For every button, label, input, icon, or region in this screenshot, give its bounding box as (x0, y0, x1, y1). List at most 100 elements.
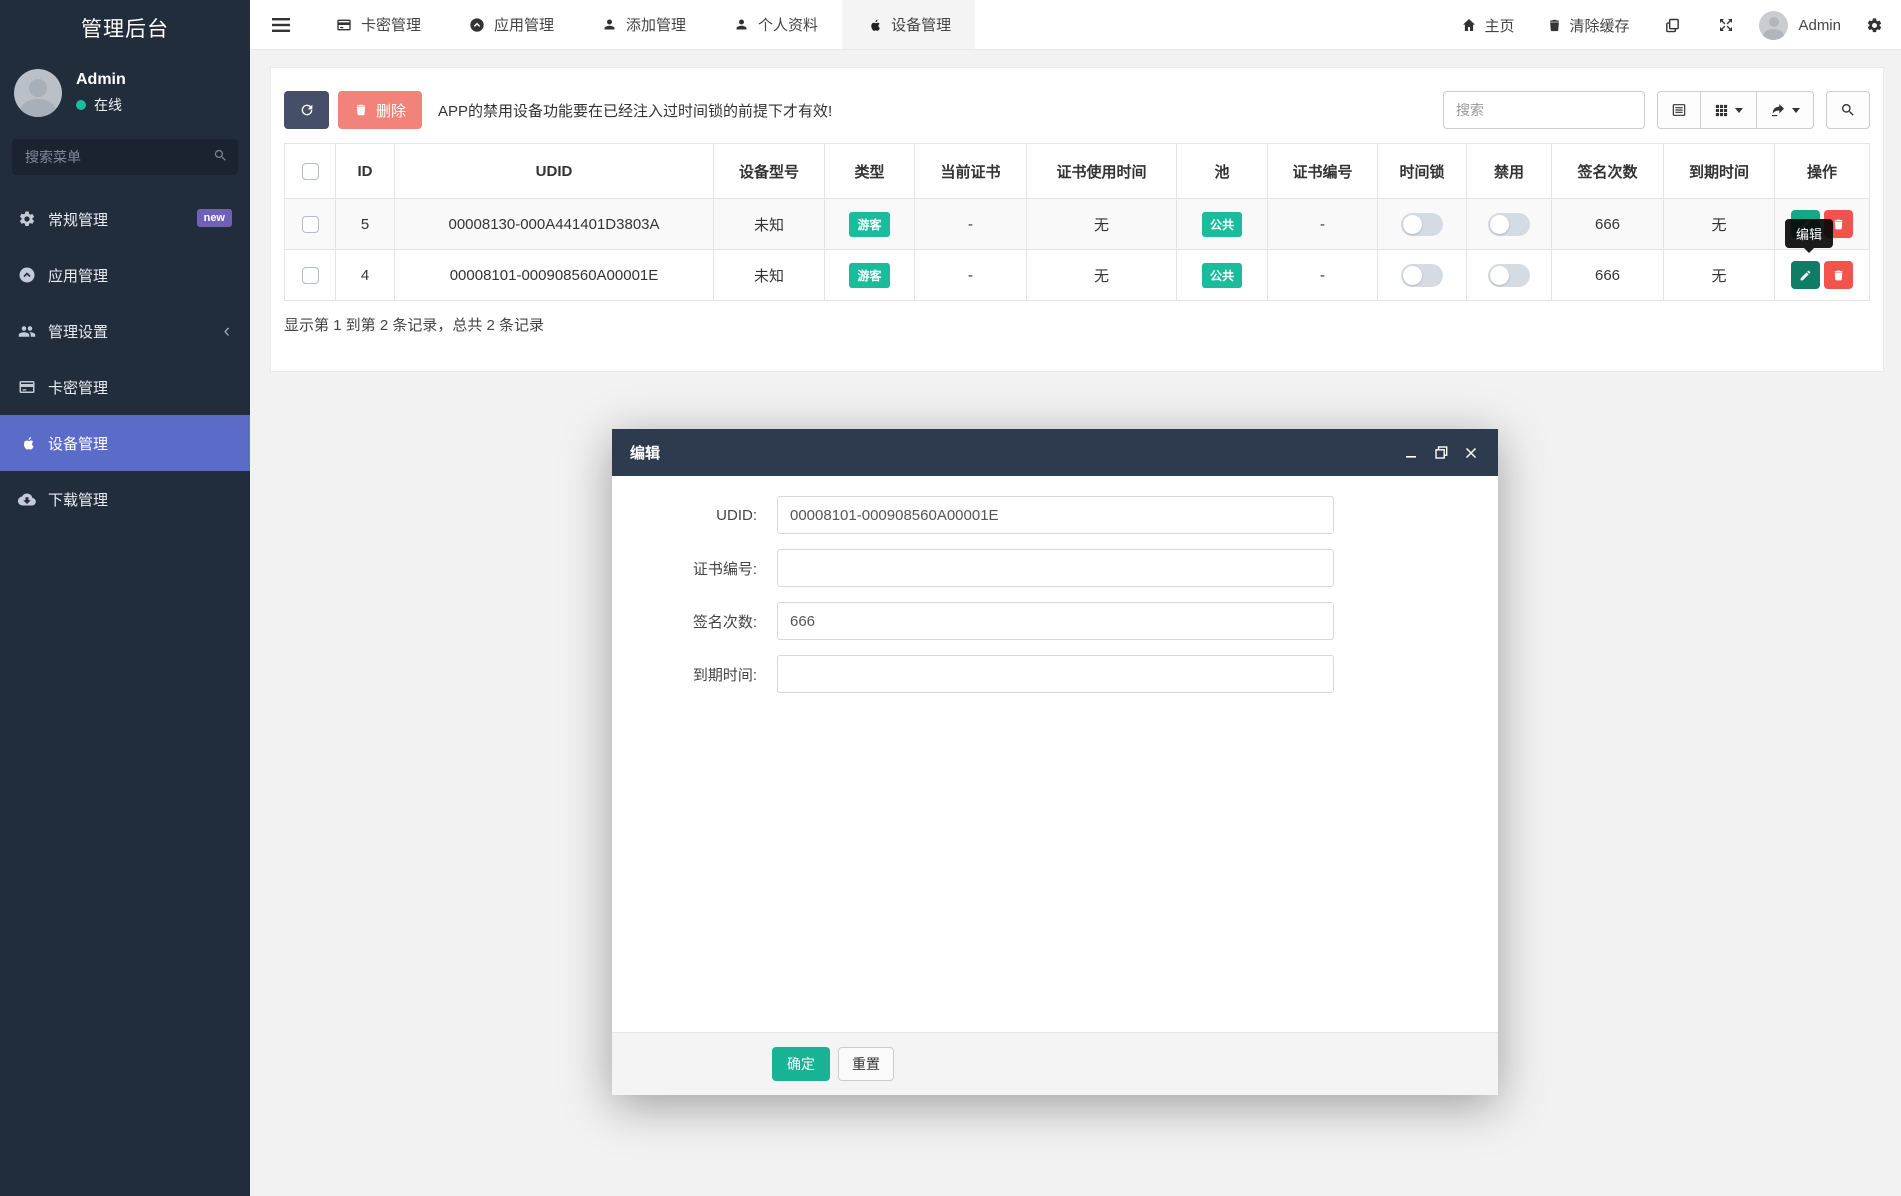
fullscreen-button[interactable] (1706, 17, 1746, 33)
arrow-circle-up-icon (19, 267, 35, 283)
search-icon (213, 148, 228, 163)
apple-icon (23, 437, 34, 450)
table-row: 4 00008101-000908560A00001E 未知 游客 - 无 公共… (284, 249, 1870, 301)
admin-app: 管理后台 Admin 在线 常规管理 new 应用管理 (0, 0, 1901, 1196)
timelock-toggle[interactable] (1401, 212, 1443, 236)
col-header: 签名次数 (1551, 143, 1664, 199)
cell-current-cert: - (914, 198, 1027, 250)
settings-button[interactable] (1854, 17, 1895, 34)
cell-udid: 00008130-000A441401D3803A (394, 198, 714, 250)
disable-toggle[interactable] (1488, 263, 1530, 287)
user-menu[interactable]: Admin (1759, 10, 1841, 40)
devices-card: 删除 APP的禁用设备功能要在已经注入过时间锁的前提下才有效! 搜索 ID UD… (270, 67, 1884, 372)
caret-down-icon (1735, 107, 1743, 113)
devices-table: ID UDID 设备型号 类型 当前证书 证书使用时间 池 证书编号 时间锁 禁… (284, 143, 1870, 301)
modal-footer: 确定 重置 (612, 1032, 1498, 1095)
caret-down-icon (1792, 107, 1800, 113)
notice-text: APP的禁用设备功能要在已经注入过时间锁的前提下才有效! (438, 102, 833, 120)
home-icon (1463, 19, 1476, 31)
refresh-icon (301, 104, 312, 116)
col-header: 池 (1176, 143, 1268, 199)
minimize-icon (1406, 455, 1416, 458)
refresh-button[interactable] (284, 91, 329, 129)
col-header: 设备型号 (713, 143, 825, 199)
search-button[interactable] (1826, 91, 1870, 129)
udid-field[interactable] (777, 496, 1334, 534)
sidebar-item-admin-settings[interactable]: 管理设置 ‹ (0, 303, 250, 359)
disable-toggle[interactable] (1488, 212, 1530, 236)
new-badge: new (196, 209, 232, 227)
columns-button[interactable] (1701, 91, 1757, 129)
navbar-user-name: Admin (1798, 16, 1841, 34)
sidebar-menu: 常规管理 new 应用管理 管理设置 ‹ 卡密管理 设备管理 下载管理 (0, 191, 250, 527)
credit-card-icon (337, 19, 351, 30)
timelock-toggle[interactable] (1401, 263, 1443, 287)
type-badge: 游客 (849, 262, 890, 288)
tab-profile[interactable]: 个人资料 (710, 0, 842, 49)
col-header: ID (335, 143, 395, 199)
user-name: Admin (76, 71, 126, 88)
avatar (14, 69, 62, 117)
sidebar-item-general[interactable]: 常规管理 new (0, 191, 250, 247)
edit-button[interactable] (1791, 261, 1820, 289)
modal-title: 编辑 (630, 445, 661, 462)
sidebar-item-label: 下载管理 (48, 491, 109, 509)
tab-devices[interactable]: 设备管理 (842, 0, 976, 49)
pool-badge: 公共 (1201, 262, 1242, 288)
restore-icon (1434, 446, 1447, 459)
tab-label: 卡密管理 (361, 17, 422, 34)
delete-row-button[interactable] (1824, 261, 1853, 289)
pagination-toggle-button[interactable] (1657, 91, 1701, 129)
pool-badge: 公共 (1201, 211, 1242, 237)
table-search-input[interactable] (1443, 91, 1645, 129)
maximize-button[interactable] (1432, 444, 1450, 462)
export-button[interactable] (1757, 91, 1814, 129)
sidebar-search-input[interactable] (12, 139, 238, 175)
app-title: 管理后台 (81, 17, 169, 41)
sidebar-toggle-button[interactable] (250, 0, 312, 49)
tab-label: 添加管理 (626, 17, 687, 34)
cloud-download-icon (18, 492, 36, 506)
cell-model: 未知 (713, 198, 825, 250)
expire-time-field[interactable] (777, 655, 1334, 693)
edit-modal: 编辑 UDID: 证书编号: 签名次数: 到期时间: (612, 429, 1498, 1095)
modal-titlebar[interactable]: 编辑 (612, 429, 1498, 476)
sign-count-field[interactable] (777, 602, 1334, 640)
close-icon (1465, 447, 1477, 458)
select-all-checkbox[interactable] (301, 162, 319, 180)
sidebar-item-downloads[interactable]: 下载管理 (0, 471, 250, 527)
search-icon (1841, 103, 1854, 116)
cell-udid: 00008101-000908560A00001E (394, 249, 714, 301)
row-checkbox[interactable] (301, 215, 319, 233)
delete-button[interactable]: 删除 (338, 91, 423, 129)
reset-button[interactable]: 重置 (838, 1047, 894, 1081)
close-button[interactable] (1462, 444, 1480, 462)
confirm-button[interactable]: 确定 (772, 1047, 830, 1081)
cell-cert-no: - (1267, 198, 1378, 250)
sidebar-item-devices[interactable]: 设备管理 (0, 415, 250, 471)
tab-apps[interactable]: 应用管理 (445, 0, 578, 49)
trash-icon (1834, 219, 1843, 229)
tab-label: 个人资料 (758, 17, 819, 34)
cell-cert-time: 无 (1026, 198, 1177, 250)
apple-icon (871, 19, 880, 31)
arrow-circle-up-icon (470, 17, 484, 32)
home-label: 主页 (1484, 17, 1515, 35)
credit-card-icon (19, 381, 35, 393)
docs-button[interactable] (1652, 17, 1693, 34)
col-header: 当前证书 (914, 143, 1027, 199)
home-link[interactable]: 主页 (1451, 15, 1524, 36)
cert-no-field[interactable] (777, 549, 1334, 587)
table-row: 5 00008130-000A441401D3803A 未知 游客 - 无 公共… (284, 198, 1870, 250)
tab-add-admin[interactable]: 添加管理 (578, 0, 710, 49)
sidebar-item-card-keys[interactable]: 卡密管理 (0, 359, 250, 415)
sidebar-item-apps[interactable]: 应用管理 (0, 247, 250, 303)
cell-model: 未知 (713, 249, 825, 301)
row-checkbox[interactable] (301, 266, 319, 284)
record-summary: 显示第 1 到第 2 条记录，总共 2 条记录 (284, 317, 545, 334)
sidebar: 管理后台 Admin 在线 常规管理 new 应用管理 (0, 0, 250, 1196)
cell-sign-count: 666 (1551, 249, 1664, 301)
minimize-button[interactable] (1402, 444, 1420, 462)
tab-card-keys[interactable]: 卡密管理 (312, 0, 445, 49)
clear-cache-link[interactable]: 清除缓存 (1537, 15, 1639, 36)
